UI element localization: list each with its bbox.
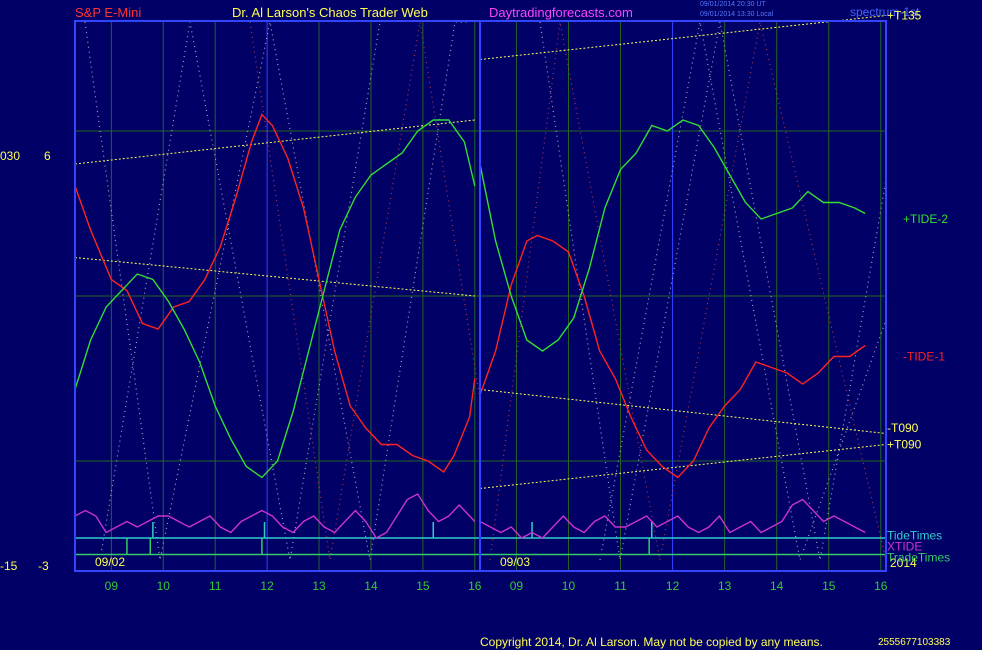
hour-label: 16: [874, 579, 888, 593]
date-label: 09/02: [95, 555, 125, 569]
channel-line-0: [74, 119, 475, 165]
left-scale-label: -15: [0, 559, 18, 573]
date-label: 09/03: [500, 555, 530, 569]
right-label: +T135: [887, 9, 922, 23]
cycle-dots-4: [489, 21, 887, 561]
hour-label: 15: [822, 579, 836, 593]
channel-line-2: [479, 15, 887, 60]
channel-line-4: [479, 444, 887, 489]
right-label: -T090: [887, 421, 919, 435]
hour-label: 10: [157, 579, 171, 593]
hour-label: 10: [562, 579, 576, 593]
hour-label: 11: [614, 579, 627, 593]
footer-code: 2555677103383: [878, 637, 951, 648]
cycle-dots-3: [539, 21, 887, 561]
left-scale-label: 030: [0, 149, 20, 163]
left-scale-label: -3: [38, 559, 49, 573]
cycle-dots-2: [249, 21, 481, 561]
xtide-line-day1: [74, 493, 476, 539]
hour-label: 16: [468, 579, 482, 593]
tide-chart: 09 10 11 12 13 14 15 16 09 10 11 12 13 14 15 16 030 6 -15 -…: [0, 9, 950, 594]
hour-label: 14: [364, 579, 378, 593]
hour-label: 12: [666, 579, 680, 593]
right-label: +T090: [887, 438, 922, 452]
hour-label: 14: [770, 579, 784, 593]
tide1-line-day1: [74, 113, 476, 473]
copyright-notice: Copyright 2014, Dr. Al Larson. May not b…: [480, 635, 823, 649]
hour-label: 15: [416, 579, 430, 593]
cycle-dots-1: [99, 21, 381, 561]
tide2-line-day1: [74, 119, 476, 479]
hour-label: 09: [105, 579, 119, 593]
cycle-dot-lines: [84, 21, 887, 563]
hour-label: 13: [718, 579, 732, 593]
cycle-dots-0: [84, 21, 470, 561]
right-label: +TIDE-2: [903, 212, 948, 226]
cycle-dots-5: [599, 21, 887, 563]
hour-label: 12: [260, 579, 274, 593]
hour-label: 13: [312, 579, 326, 593]
left-scale-label: 6: [44, 149, 51, 163]
right-label: TradeTimes: [887, 550, 950, 564]
channel-line-3: [479, 389, 887, 434]
right-label: -TIDE-1: [903, 350, 945, 364]
hour-label: 11: [209, 579, 222, 593]
hour-label: 09: [510, 579, 524, 593]
